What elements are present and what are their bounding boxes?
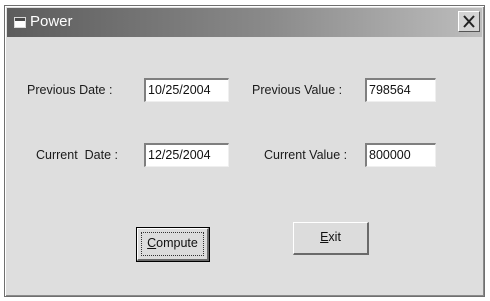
app-window-icon[interactable] xyxy=(14,17,26,28)
close-button[interactable] xyxy=(458,11,480,32)
title-bar[interactable]: Power xyxy=(7,8,482,37)
window-title: Power xyxy=(30,13,73,30)
previous-value-field[interactable]: 798564 xyxy=(365,78,436,102)
compute-button[interactable]: Compute xyxy=(136,227,210,262)
exit-button[interactable]: Exit xyxy=(293,222,369,255)
power-window: Power Previous Date : 10/25/2004 Previou… xyxy=(4,5,485,297)
current-value-label: Current Value : xyxy=(264,148,348,162)
previous-date-label: Previous Date : xyxy=(27,83,113,97)
current-date-field[interactable]: 12/25/2004 xyxy=(144,143,229,167)
close-icon xyxy=(463,15,475,28)
focus-rectangle xyxy=(141,232,204,256)
previous-value-label: Previous Value : xyxy=(252,83,343,97)
exit-label-rest: xit xyxy=(328,230,341,244)
current-value-field[interactable]: 800000 xyxy=(365,143,436,167)
current-date-label: Current Date : xyxy=(36,148,118,162)
previous-date-field[interactable]: 10/25/2004 xyxy=(144,78,229,102)
